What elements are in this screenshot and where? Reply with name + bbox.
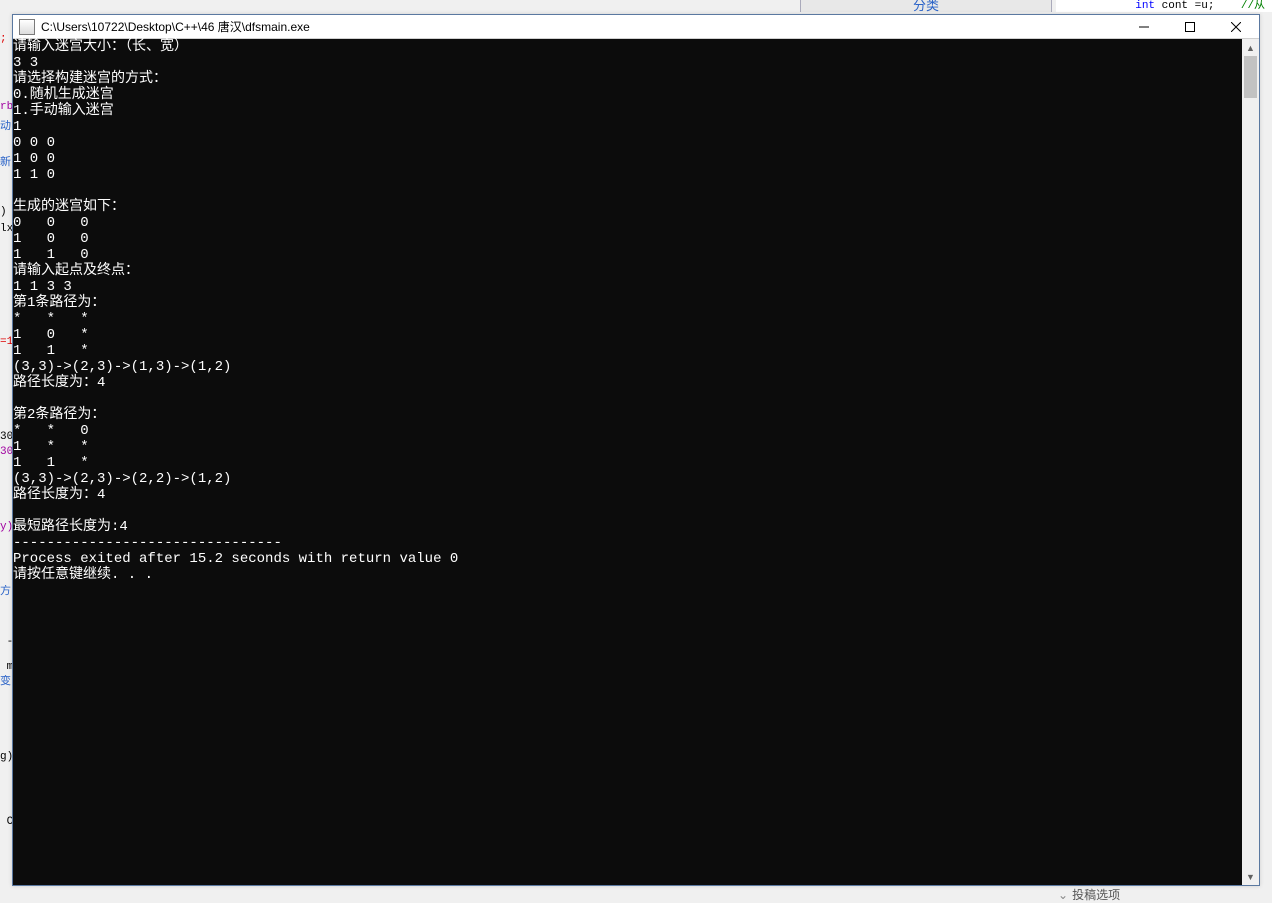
scroll-up-button[interactable]: ▲	[1242, 39, 1259, 56]
close-icon	[1231, 22, 1241, 32]
bg-bottom-panel-label: ⌄投稿选项	[1058, 886, 1120, 900]
console-client-area: 请输入迷宫大小：（长、宽） 3 3 请选择构建迷宫的方式： 0.随机生成迷宫 1…	[13, 39, 1259, 885]
minimize-button[interactable]	[1121, 15, 1167, 38]
titlebar[interactable]: C:\Users\10722\Desktop\C++\46 唐汉\dfsmain…	[13, 15, 1259, 39]
maximize-button[interactable]	[1167, 15, 1213, 38]
minimize-icon	[1139, 22, 1149, 32]
window-title: C:\Users\10722\Desktop\C++\46 唐汉\dfsmain…	[41, 18, 1121, 35]
window-controls	[1121, 15, 1259, 38]
scroll-thumb[interactable]	[1244, 56, 1257, 98]
vertical-scrollbar[interactable]: ▲ ▼	[1242, 39, 1259, 885]
console-output: 请输入迷宫大小：（长、宽） 3 3 请选择构建迷宫的方式： 0.随机生成迷宫 1…	[13, 39, 1242, 885]
console-window: C:\Users\10722\Desktop\C++\46 唐汉\dfsmain…	[12, 14, 1260, 886]
bg-browser-tab: 分类	[800, 0, 1052, 12]
close-button[interactable]	[1213, 15, 1259, 38]
app-icon	[19, 19, 35, 35]
bg-code-fragment: int cont =u; //从	[1056, 0, 1272, 12]
scroll-down-button[interactable]: ▼	[1242, 868, 1259, 885]
maximize-icon	[1185, 22, 1195, 32]
